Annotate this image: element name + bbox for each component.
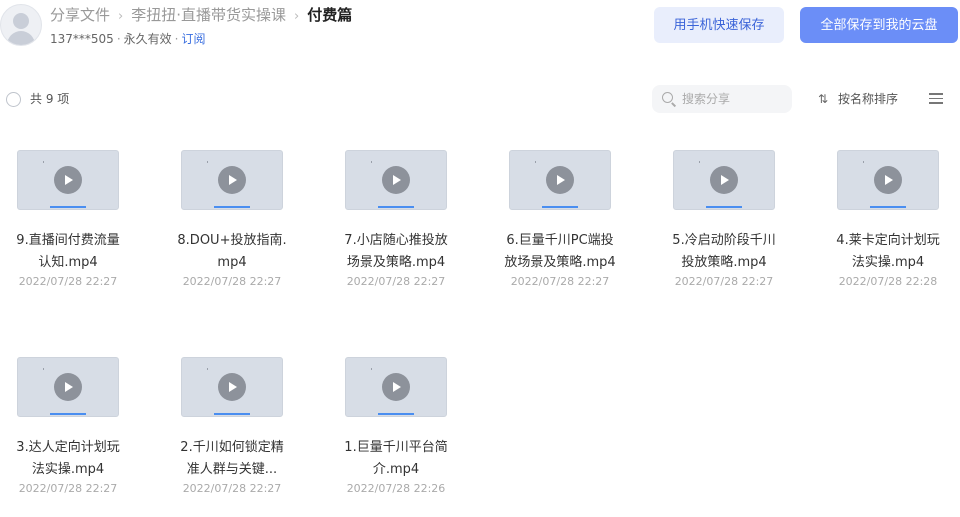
video-file-icon bbox=[181, 150, 283, 210]
separator-dot: · bbox=[116, 32, 121, 46]
file-name: 2.千川如何锁定精准人群与关键... bbox=[180, 440, 284, 477]
file-date: 2022/07/28 22:28 bbox=[838, 275, 938, 288]
play-icon bbox=[382, 373, 410, 401]
video-file-icon bbox=[837, 150, 939, 210]
share-info: 137***505 · 永久有效 · 订阅 bbox=[50, 30, 206, 47]
breadcrumb-current: 付费篇 bbox=[307, 6, 353, 24]
file-date: 2022/07/28 22:27 bbox=[18, 482, 118, 495]
item-count: 共 9 项 bbox=[30, 92, 70, 106]
select-all-checkbox[interactable] bbox=[6, 92, 21, 107]
video-file-icon bbox=[17, 357, 119, 417]
play-icon bbox=[54, 373, 82, 401]
file-item[interactable]: 9.直播间付费流量认知.mp4 2022/07/28 22:27 bbox=[0, 140, 138, 290]
sort-label: 按名称排序 bbox=[838, 92, 899, 106]
play-icon bbox=[546, 166, 574, 194]
sort-button[interactable]: ⇅ 按名称排序 bbox=[818, 90, 898, 107]
video-file-icon bbox=[181, 357, 283, 417]
share-validity: 永久有效 bbox=[123, 32, 172, 46]
file-name: 8.DOU+投放指南.mp4 bbox=[177, 233, 287, 270]
file-item[interactable]: 2.千川如何锁定精准人群与关键... 2022/07/28 22:27 bbox=[162, 347, 302, 497]
phone-save-button[interactable]: 用手机快速保存 bbox=[654, 7, 784, 43]
breadcrumb-course[interactable]: 李扭扭·直播带货实操课 bbox=[131, 6, 286, 24]
header: 分享文件 › 李扭扭·直播带货实操课 › 付费篇 137***505 · 永久有效 · 订阅 用… bbox=[0, 0, 960, 56]
file-item[interactable]: 1.巨量千川平台简介.mp4 2022/07/28 22:26 bbox=[326, 347, 466, 497]
file-item[interactable]: 3.达人定向计划玩法实操.mp4 2022/07/28 22:27 bbox=[0, 347, 138, 497]
file-name: 6.巨量千川PC端投放场景及策略.mp4 bbox=[504, 233, 616, 270]
chevron-right-icon: › bbox=[294, 9, 300, 24]
video-file-icon bbox=[345, 357, 447, 417]
file-name: 4.莱卡定向计划玩法实操.mp4 bbox=[836, 233, 940, 270]
file-name: 1.巨量千川平台简介.mp4 bbox=[344, 440, 448, 477]
toolbar: 共 9 项 ⇅ 按名称排序 bbox=[0, 84, 960, 114]
file-item[interactable]: 6.巨量千川PC端投放场景及策略.mp4 2022/07/28 22:27 bbox=[490, 140, 630, 290]
play-icon bbox=[710, 166, 738, 194]
play-icon bbox=[54, 166, 82, 194]
play-icon bbox=[218, 373, 246, 401]
file-date: 2022/07/28 22:27 bbox=[346, 275, 446, 288]
video-file-icon bbox=[509, 150, 611, 210]
play-icon bbox=[218, 166, 246, 194]
sort-icon: ⇅ bbox=[818, 92, 829, 106]
video-file-icon bbox=[345, 150, 447, 210]
subscribe-link[interactable]: 订阅 bbox=[181, 32, 205, 46]
video-file-icon bbox=[17, 150, 119, 210]
breadcrumb-share-files[interactable]: 分享文件 bbox=[50, 6, 110, 24]
chevron-right-icon: › bbox=[118, 9, 124, 24]
file-date: 2022/07/28 22:27 bbox=[674, 275, 774, 288]
file-date: 2022/07/28 22:26 bbox=[346, 482, 446, 495]
search-icon bbox=[662, 92, 673, 103]
avatar-head bbox=[13, 13, 29, 29]
separator-dot: · bbox=[174, 32, 179, 46]
file-name: 9.直播间付费流量认知.mp4 bbox=[16, 233, 120, 270]
file-item[interactable]: 8.DOU+投放指南.mp4 2022/07/28 22:27 bbox=[162, 140, 302, 290]
video-file-icon bbox=[673, 150, 775, 210]
file-item[interactable]: 5.冷启动阶段千川投放策略.mp4 2022/07/28 22:27 bbox=[654, 140, 794, 290]
file-date: 2022/07/28 22:27 bbox=[18, 275, 118, 288]
file-item[interactable]: 7.小店随心推投放场景及策略.mp4 2022/07/28 22:27 bbox=[326, 140, 466, 290]
file-item[interactable]: 4.莱卡定向计划玩法实操.mp4 2022/07/28 22:28 bbox=[818, 140, 958, 290]
share-user: 137***505 bbox=[50, 32, 114, 46]
file-name: 5.冷启动阶段千川投放策略.mp4 bbox=[672, 233, 776, 270]
search-box[interactable] bbox=[652, 85, 792, 113]
play-icon bbox=[874, 166, 902, 194]
avatar-body bbox=[7, 31, 35, 45]
list-menu-icon[interactable] bbox=[929, 93, 943, 104]
file-date: 2022/07/28 22:27 bbox=[182, 482, 282, 495]
search-input[interactable] bbox=[682, 85, 782, 113]
file-name: 7.小店随心推投放场景及策略.mp4 bbox=[344, 233, 448, 270]
file-date: 2022/07/28 22:27 bbox=[182, 275, 282, 288]
save-all-button[interactable]: 全部保存到我的云盘 bbox=[800, 7, 958, 43]
play-icon bbox=[382, 166, 410, 194]
file-name: 3.达人定向计划玩法实操.mp4 bbox=[16, 440, 120, 477]
file-date: 2022/07/28 22:27 bbox=[510, 275, 610, 288]
user-avatar-icon[interactable] bbox=[0, 4, 42, 46]
breadcrumb: 分享文件 › 李扭扭·直播带货实操课 › 付费篇 bbox=[50, 4, 352, 26]
